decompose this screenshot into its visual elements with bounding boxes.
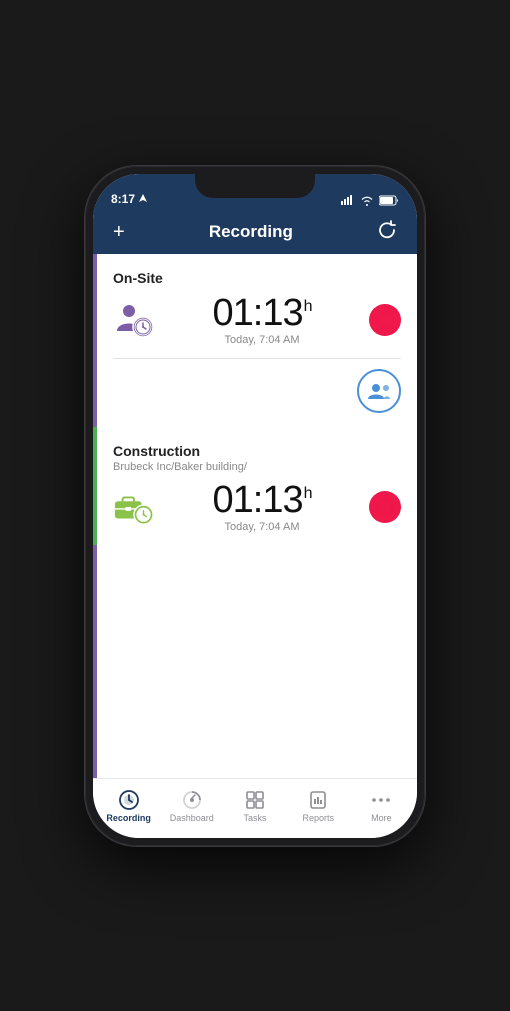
tab-recording[interactable]: Recording <box>97 785 160 827</box>
dashboard-tab-icon <box>181 789 203 811</box>
refresh-icon <box>377 220 397 240</box>
onsite-timer-value: 01:13h <box>213 294 312 332</box>
phone-screen: 8:17 <box>93 174 417 838</box>
status-icons <box>341 195 399 206</box>
header-title: Recording <box>209 222 293 242</box>
briefcase-clock-svg <box>113 487 155 527</box>
onsite-record-button[interactable] <box>369 304 401 336</box>
onsite-timer-row: 01:13h Today, 7:04 AM <box>113 294 401 346</box>
person-time-icon <box>113 299 155 341</box>
app-header: + Recording <box>93 210 417 254</box>
construction-timer-row: 01:13h Today, 7:04 AM <box>113 481 401 533</box>
bottom-spacer <box>93 545 417 585</box>
construction-timer-value: 01:13h <box>213 481 312 519</box>
tab-reports-label: Reports <box>302 813 334 823</box>
tab-more[interactable]: More <box>350 785 413 827</box>
phone-frame: 8:17 <box>85 166 425 846</box>
wifi-icon <box>360 195 374 206</box>
person-clock-svg <box>113 301 155 339</box>
content-area: On-Site <box>93 254 417 778</box>
green-side-bar <box>93 427 97 545</box>
construction-record-button[interactable] <box>369 491 401 523</box>
onsite-timer-sub: Today, 7:04 AM <box>224 334 299 346</box>
recording-tab-icon <box>118 789 140 811</box>
refresh-button[interactable] <box>373 216 401 247</box>
onsite-section: On-Site <box>93 254 417 358</box>
construction-label: Construction <box>113 443 401 459</box>
notch <box>195 174 315 198</box>
team-icon <box>367 381 391 401</box>
construction-record-indicator <box>379 501 391 513</box>
tab-recording-label: Recording <box>106 813 151 823</box>
construction-section: Construction Brubeck Inc/Baker building/ <box>93 427 417 545</box>
time-display: 8:17 <box>111 192 135 206</box>
signal-icon <box>341 195 355 205</box>
team-button[interactable] <box>357 369 401 413</box>
onsite-label: On-Site <box>113 270 401 286</box>
tab-more-label: More <box>371 813 392 823</box>
construction-sublabel: Brubeck Inc/Baker building/ <box>113 461 401 473</box>
record-indicator <box>379 314 391 326</box>
onsite-timer-display: 01:13h Today, 7:04 AM <box>155 294 369 346</box>
tab-tasks[interactable]: Tasks <box>223 785 286 827</box>
briefcase-time-icon <box>113 486 155 528</box>
tasks-tab-icon <box>244 789 266 811</box>
tab-dashboard-label: Dashboard <box>170 813 214 823</box>
more-tab-icon <box>370 789 392 811</box>
construction-timer-display: 01:13h Today, 7:04 AM <box>155 481 369 533</box>
add-button[interactable]: + <box>109 218 129 246</box>
battery-icon <box>379 195 399 206</box>
reports-tab-icon <box>307 789 329 811</box>
tab-dashboard[interactable]: Dashboard <box>160 785 223 827</box>
team-icon-row <box>93 359 417 423</box>
status-time: 8:17 <box>111 192 147 206</box>
tab-bar: Recording Dashboard <box>93 778 417 838</box>
tab-reports[interactable]: Reports <box>287 785 350 827</box>
tab-tasks-label: Tasks <box>244 813 267 823</box>
location-arrow-icon <box>139 194 147 204</box>
construction-timer-sub: Today, 7:04 AM <box>224 521 299 533</box>
